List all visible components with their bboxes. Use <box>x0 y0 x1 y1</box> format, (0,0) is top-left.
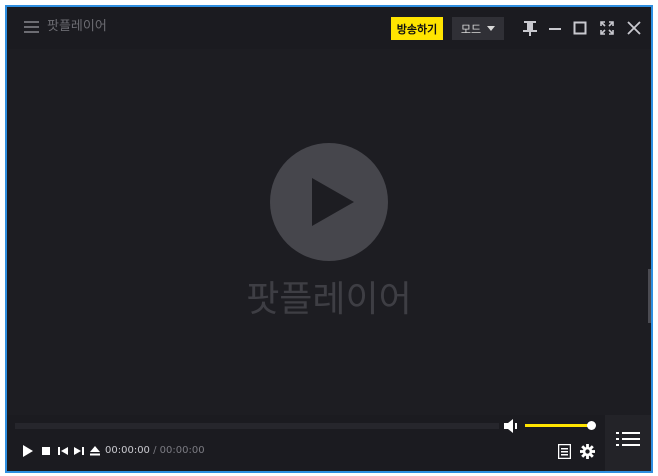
control-bar: 00:00:00 / 00:00:00 <box>7 415 651 471</box>
maximize-icon[interactable] <box>570 18 590 38</box>
app-watermark: 팟플레이어 <box>246 279 412 320</box>
hamburger-menu-icon[interactable] <box>24 21 39 33</box>
minimize-icon[interactable] <box>545 18 565 38</box>
mode-label: 모드 <box>460 22 482 36</box>
volume-slider-handle[interactable] <box>587 421 596 430</box>
total-time: 00:00:00 <box>159 445 205 456</box>
time-display: 00:00:00 / 00:00:00 <box>105 444 205 458</box>
stop-icon[interactable] <box>39 444 53 458</box>
title-bar[interactable]: 팟플레이어 방송하기 모드 <box>7 7 651 49</box>
fullscreen-icon[interactable] <box>597 18 617 38</box>
play-icon[interactable] <box>21 444 35 458</box>
video-area[interactable]: 팟플레이어 <box>7 49 651 415</box>
settings-icon[interactable] <box>579 443 595 459</box>
next-icon[interactable] <box>72 444 86 458</box>
side-panel-handle[interactable] <box>648 269 651 323</box>
broadcast-button[interactable]: 방송하기 <box>391 17 443 40</box>
app-title: 팟플레이어 <box>47 19 107 34</box>
chevron-down-icon <box>487 26 496 31</box>
potplayer-window: 팟플레이어 방송하기 모드 팟플레이어 00:00:00 / 00:00:00 <box>5 5 653 473</box>
volume-icon[interactable] <box>503 417 521 435</box>
playlist-icon[interactable] <box>616 431 640 451</box>
chapter-list-icon[interactable] <box>556 443 572 459</box>
seek-bar[interactable] <box>15 423 499 429</box>
current-time: 00:00:00 <box>105 445 150 456</box>
previous-icon[interactable] <box>56 444 70 458</box>
close-icon[interactable] <box>624 18 644 38</box>
eject-icon[interactable] <box>88 444 102 458</box>
playlist-toggle[interactable] <box>605 415 651 471</box>
mode-dropdown[interactable]: 모드 <box>452 17 504 40</box>
play-icon[interactable] <box>270 143 388 261</box>
volume-slider[interactable] <box>525 424 591 427</box>
time-separator: / <box>153 445 157 456</box>
pin-icon[interactable] <box>520 18 540 38</box>
